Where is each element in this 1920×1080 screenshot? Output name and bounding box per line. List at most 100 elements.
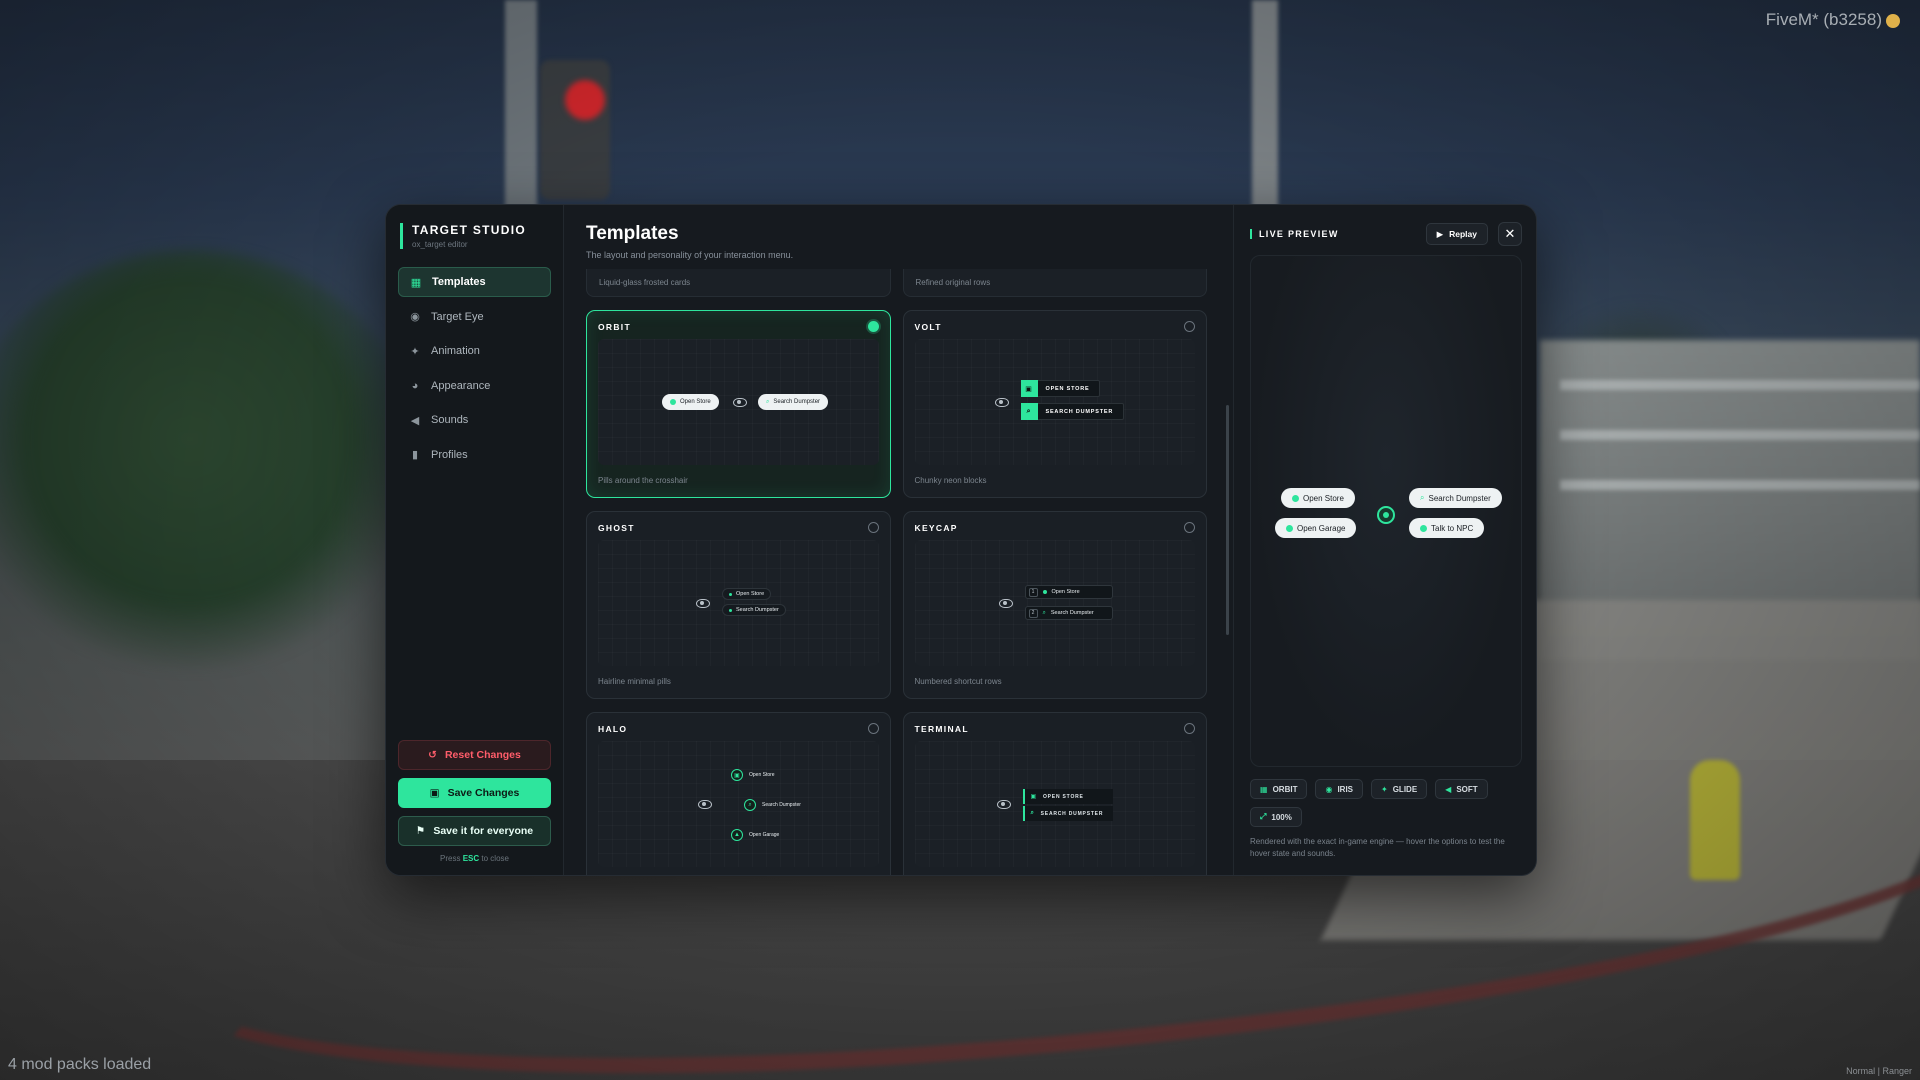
esc-hint: Press ESC to close [440,854,509,863]
preview-terminal-row: ⌕ SEARCH DUMPSTER [1022,806,1113,821]
template-card-partial-glass[interactable]: Liquid-glass frosted cards [586,269,891,297]
preview-hairline: Open Store [722,588,772,600]
card-title: VOLT [914,321,942,332]
reset-changes-button[interactable]: ↺ Reset Changes [398,740,551,770]
brand-title: TARGET STUDIO [412,223,527,237]
template-card-terminal[interactable]: TERMINAL ▣ OPEN STORE ⌕ SEARCH DUMPSTER [902,712,1207,875]
selected-radio[interactable] [867,321,879,332]
unselected-radio[interactable] [1184,723,1195,734]
sidebar-item-target-eye[interactable]: ◉ Target Eye [398,302,551,332]
template-card-volt[interactable]: VOLT ▣ OPEN STORE ⌕ SEARCH DUMPSTER Chunky… [902,310,1207,498]
card-title: HALO [598,723,628,734]
fivem-build-label: FiveM* (b3258) [1766,10,1900,30]
close-button[interactable]: ✕ [1498,222,1522,246]
card-preview: ▣ OPEN STORE ⌕ SEARCH DUMPSTER [914,339,1195,465]
wand-icon: ✦ [1381,784,1388,794]
chip-eye[interactable]: ◉ IRIS [1315,779,1363,799]
sidebar-item-sounds[interactable]: ◀ Sounds [398,405,551,435]
templates-scroll[interactable]: Liquid-glass frosted cards Refined origi… [586,269,1207,875]
eye-icon [998,599,1013,608]
target-studio-window: TARGET STUDIO ox_target editor ▦ Templat… [385,204,1537,876]
preview-keycap-row: 1 Open Store [1024,585,1113,599]
card-title: GHOST [598,522,635,533]
card-description: Numbered shortcut rows [914,677,1002,686]
eye-icon [733,398,747,407]
fivem-coin-icon [1886,13,1900,28]
sidebar-item-appearance[interactable]: ◕ Appearance [398,371,551,401]
card-preview: Open Store Search Dumpster [598,540,879,666]
eye-icon [994,398,1009,407]
bookmark-icon: ▮ [411,449,419,461]
sidebar-item-templates[interactable]: ▦ Templates [398,267,551,297]
preview-halo-option: ▲ Open Garage [731,829,779,841]
card-preview: Open Store ⌕ Search Dumpster [598,339,879,465]
card-preview: ▣ Open Store ⌕ Search Dumpster ▲ Open Garag… [598,741,879,867]
templates-scrollbar[interactable] [1226,405,1229,635]
grid-icon: ▦ [1260,784,1268,794]
eye-icon [996,800,1011,809]
preview-block: ⌕ SEARCH DUMPSTER [1020,403,1125,420]
preview-option-open-garage[interactable]: Open Garage [1275,518,1357,538]
preview-option-search-dumpster[interactable]: ⌕ Search Dumpster [1409,488,1502,508]
card-preview: 1 Open Store 2 ⌕ Search Dumpster [914,540,1195,666]
sidebar-item-label: Target Eye [431,310,484,323]
unselected-radio[interactable] [1184,321,1195,332]
corner-note: Normal | Ranger [1846,1066,1912,1076]
template-card-halo[interactable]: HALO ▣ Open Store ⌕ Search Dumpster ▲ Open … [586,712,891,875]
sidebar-actions: ↺ Reset Changes ▣ Save Changes ⚑ Save it… [398,740,551,863]
eye-icon: ◉ [1325,784,1333,794]
reset-label: Reset Changes [444,749,521,761]
chip-template[interactable]: ▦ ORBIT [1250,779,1308,799]
preview-option-talk-to-npc[interactable]: Talk to NPC [1409,518,1485,538]
broadcast-icon: ⚑ [415,825,426,837]
eye-icon [698,800,712,809]
preview-block: ▣ OPEN STORE [1020,380,1101,397]
eye-icon: ◉ [410,311,420,323]
chip-sound[interactable]: ◀ SOFT [1435,779,1488,799]
preview-keycap-row: 2 ⌕ Search Dumpster [1024,606,1113,620]
save-changes-button[interactable]: ▣ Save Changes [398,778,551,808]
preview-settings-chips: ▦ ORBIT ◉ IRIS ✦ GLIDE ◀ SOFT ⤢ 100% [1250,779,1510,827]
preview-hairline: Search Dumpster [722,604,786,616]
mods-loaded-label: 4 mod packs loaded [8,1056,152,1073]
save-for-everyone-button[interactable]: ⚑ Save it for everyone [398,816,551,846]
brand-subtitle: ox_target editor [412,240,468,249]
page-subtitle: The layout and personality of your inter… [586,250,794,260]
preview-halo-option: ▣ Open Store [731,769,775,781]
chip-scale[interactable]: ⤢ 100% [1250,807,1302,827]
close-icon: ✕ [1504,226,1516,241]
play-icon: ▶ [1436,228,1444,239]
sidebar: TARGET STUDIO ox_target editor ▦ Templat… [386,205,564,875]
grid-icon: ▦ [410,276,422,289]
replay-button[interactable]: ▶ Replay [1425,223,1488,245]
preview-pill: ⌕ Search Dumpster [758,394,829,410]
preview-pill: Open Store [662,394,719,410]
sidebar-item-label: Animation [431,345,480,357]
preview-option-open-store[interactable]: Open Store [1281,488,1355,508]
save-all-label: Save it for everyone [433,825,534,837]
speaker-icon: ◀ [410,414,420,427]
template-card-keycap[interactable]: KEYCAP 1 Open Store 2 ⌕ Search Dumpster Num… [902,511,1207,699]
chip-animation[interactable]: ✦ GLIDE [1371,779,1428,799]
sidebar-item-profiles[interactable]: ▮ Profiles [398,440,551,470]
palette-icon: ◕ [411,379,419,392]
live-preview-panel: LIVE PREVIEW ▶ Replay ✕ Open Store ⌕ Sear… [1234,205,1536,875]
templates-panel: Templates The layout and personality of … [564,205,1234,875]
save-label: Save Changes [447,787,520,799]
preview-halo-option: ⌕ Search Dumpster [744,799,801,811]
card-description: Hairline minimal pills [598,677,671,686]
unselected-radio[interactable] [867,522,879,533]
resize-icon: ⤢ [1260,812,1267,821]
card-description: Pills around the crosshair [598,476,688,485]
preview-note: Rendered with the exact in-game engine —… [1250,837,1505,858]
template-card-orbit[interactable]: ORBIT Open Store ⌕ Search Dumpster Pills … [586,310,891,498]
unselected-radio[interactable] [867,723,879,734]
template-card-ghost[interactable]: GHOST Open Store Search Dumpster Hairlin… [586,511,891,699]
sidebar-item-animation[interactable]: ✦ Animation [398,336,551,366]
unselected-radio[interactable] [1184,522,1195,533]
card-title: ORBIT [598,321,631,332]
target-eye-icon [1377,506,1395,524]
brand: TARGET STUDIO ox_target editor [400,223,551,249]
template-card-partial-classic[interactable]: Refined original rows [902,269,1207,297]
sidebar-item-label: Profiles [431,448,468,461]
